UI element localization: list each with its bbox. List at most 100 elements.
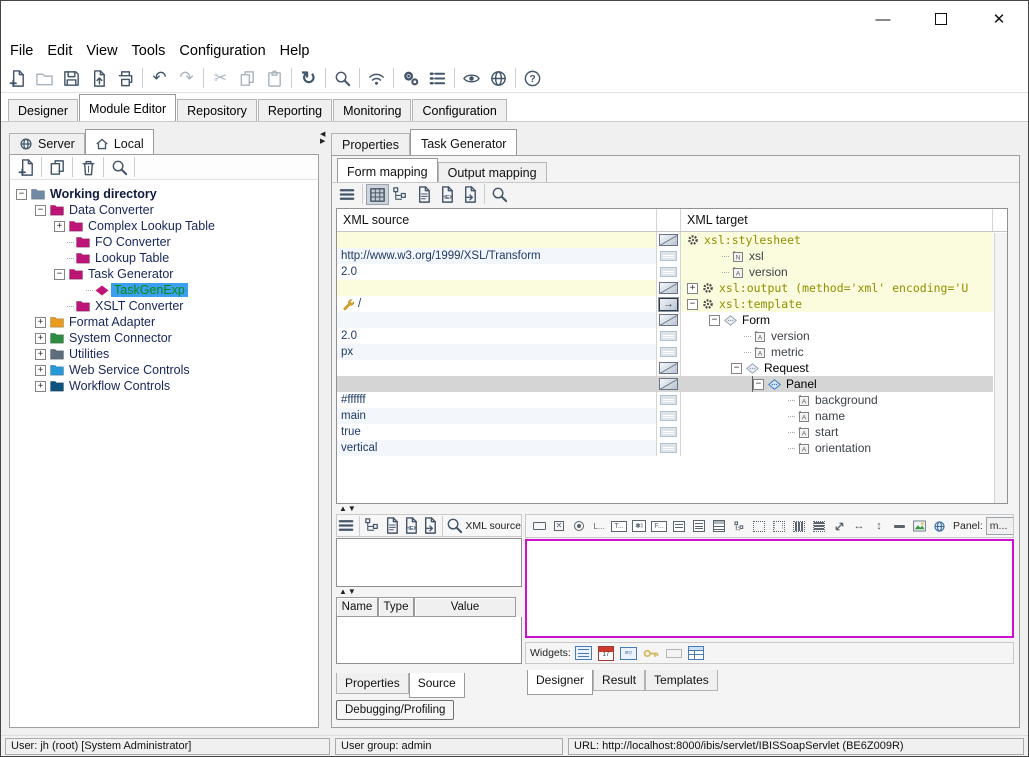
tree-expander[interactable]: + bbox=[35, 381, 46, 392]
selected-node[interactable]: −Panel bbox=[753, 376, 993, 392]
target-node-label[interactable]: xsl bbox=[746, 249, 767, 263]
menu-view[interactable]: View bbox=[79, 41, 124, 61]
value-mapping-button[interactable] bbox=[660, 395, 677, 405]
target-node-label[interactable]: Form bbox=[739, 313, 773, 327]
tree-item-workflow-controls[interactable]: + Workflow Controls bbox=[10, 378, 318, 394]
maximize-button[interactable] bbox=[926, 7, 956, 31]
collapse-right-icon[interactable]: ▶ bbox=[320, 138, 330, 145]
tab-server[interactable]: Server bbox=[9, 133, 85, 154]
tree-expander[interactable]: + bbox=[35, 333, 46, 344]
tab-properties[interactable]: Properties bbox=[331, 133, 410, 155]
tree-item-fo-converter[interactable]: FO Converter bbox=[10, 234, 318, 250]
tab-result[interactable]: Result bbox=[593, 670, 645, 691]
xml-source-cell[interactable] bbox=[337, 360, 657, 376]
copy-icon[interactable] bbox=[45, 156, 69, 178]
doc-icon[interactable] bbox=[382, 516, 401, 536]
widget-textfield-icon[interactable]: T... bbox=[609, 517, 629, 535]
tree-expander[interactable]: + bbox=[35, 317, 46, 328]
hex-doc-icon[interactable]: HEX bbox=[435, 184, 458, 205]
tree-item-label[interactable]: FO Converter bbox=[92, 235, 174, 249]
tree-item-label[interactable]: System Connector bbox=[66, 331, 175, 345]
tree-item-label[interactable]: XSLT Converter bbox=[92, 299, 186, 313]
value-mapping-button[interactable] bbox=[660, 443, 677, 453]
debugging-profiling-button[interactable]: Debugging/Profiling bbox=[336, 700, 454, 720]
tree-item-taskgenexp[interactable]: TaskGenExp bbox=[10, 282, 318, 298]
target-node-label[interactable]: name bbox=[812, 409, 848, 423]
wifi-icon[interactable] bbox=[363, 65, 390, 91]
tree-item-label[interactable]: Task Generator bbox=[85, 267, 176, 281]
tab-designer[interactable]: Designer bbox=[527, 670, 593, 695]
tree-item-working-directory[interactable]: − Working directory bbox=[10, 186, 318, 202]
widget-list-icon[interactable] bbox=[709, 517, 729, 535]
node-expander[interactable]: − bbox=[731, 363, 742, 374]
tree-item-label[interactable]: Data Converter bbox=[66, 203, 157, 217]
trash-icon[interactable] bbox=[76, 156, 100, 178]
widget-h-resize-icon[interactable]: ↔ bbox=[849, 517, 869, 535]
template-mapping-button[interactable]: → bbox=[659, 298, 678, 311]
menu-file[interactable]: File bbox=[3, 41, 40, 61]
tree-item-lookup-table[interactable]: Lookup Table bbox=[10, 250, 318, 266]
widget-diag-resize-icon[interactable] bbox=[829, 517, 849, 535]
tree-expander[interactable]: + bbox=[54, 221, 65, 232]
xml-source-cell[interactable]: vertical bbox=[337, 440, 657, 456]
list-widget-icon[interactable] bbox=[575, 646, 592, 660]
save-icon[interactable] bbox=[58, 65, 85, 91]
widget-label-icon[interactable]: L... bbox=[589, 517, 609, 535]
xml-source-cell[interactable] bbox=[337, 280, 657, 296]
tree-expander[interactable]: + bbox=[35, 365, 46, 376]
tab-source[interactable]: Source bbox=[409, 673, 465, 698]
redo-icon[interactable]: ↷ bbox=[173, 65, 200, 91]
xml-target-cell[interactable]: Aversion bbox=[681, 328, 993, 344]
target-node-label[interactable]: Panel bbox=[783, 377, 820, 391]
search-icon[interactable] bbox=[445, 516, 464, 536]
tree-item-label[interactable]: Working directory bbox=[47, 187, 160, 201]
collapse-up-icon[interactable]: ▲ bbox=[339, 588, 347, 596]
menu-edit[interactable]: Edit bbox=[40, 41, 79, 61]
tab-configuration[interactable]: Configuration bbox=[412, 99, 506, 121]
tab-properties[interactable]: Properties bbox=[336, 673, 409, 694]
xml-source-cell[interactable] bbox=[337, 376, 657, 392]
tree-item-system-connector[interactable]: + System Connector bbox=[10, 330, 318, 346]
tab-form-mapping[interactable]: Form mapping bbox=[337, 158, 438, 182]
tree-item-xslt-converter[interactable]: XSLT Converter bbox=[10, 298, 318, 314]
search-icon[interactable] bbox=[329, 65, 356, 91]
calendar-widget-icon[interactable]: 17 bbox=[598, 646, 614, 661]
target-node-label[interactable]: xsl:output (method='xml' encoding='U bbox=[716, 281, 971, 295]
xml-target-cell[interactable]: −Panel bbox=[681, 376, 993, 392]
node-expander[interactable]: − bbox=[687, 299, 698, 310]
widget-v-resize-icon[interactable]: ↕ bbox=[869, 517, 889, 535]
widget-separator-icon[interactable] bbox=[889, 517, 909, 535]
widget-image-icon[interactable] bbox=[909, 517, 929, 535]
widget-selection-icon[interactable] bbox=[749, 517, 769, 535]
value-mapping-button[interactable] bbox=[660, 267, 677, 277]
target-node-label[interactable]: orientation bbox=[812, 441, 874, 455]
widget-checkbox-icon[interactable]: ✕ bbox=[549, 517, 569, 535]
target-node-label[interactable]: background bbox=[812, 393, 881, 407]
collapse-left-icon[interactable]: ◀ bbox=[320, 131, 330, 138]
column-header-name[interactable]: Name bbox=[336, 597, 378, 617]
tree-view-icon[interactable] bbox=[363, 516, 382, 536]
search-icon[interactable] bbox=[107, 156, 131, 178]
tree-item-label[interactable]: TaskGenExp bbox=[111, 283, 188, 297]
widget-tree-icon[interactable] bbox=[729, 517, 749, 535]
tab-local[interactable]: Local bbox=[85, 129, 154, 154]
tab-output-mapping[interactable]: Output mapping bbox=[438, 162, 547, 182]
tree-item-format-adapter[interactable]: + Format Adapter bbox=[10, 314, 318, 330]
value-mapping-button[interactable] bbox=[660, 411, 677, 421]
collapse-up-icon[interactable]: ▲ bbox=[339, 505, 347, 513]
xml-target-cell[interactable]: −Form bbox=[681, 312, 993, 328]
tree-item-utilities[interactable]: + Utilities bbox=[10, 346, 318, 362]
tab-repository[interactable]: Repository bbox=[177, 99, 257, 121]
xml-target-cell[interactable]: Aorientation bbox=[681, 440, 993, 456]
column-header-type[interactable]: Type bbox=[378, 597, 414, 617]
xml-target-cell[interactable]: Astart bbox=[681, 424, 993, 440]
tab-monitoring[interactable]: Monitoring bbox=[333, 99, 411, 121]
target-node-label[interactable]: version bbox=[746, 265, 791, 279]
tab-templates[interactable]: Templates bbox=[645, 670, 718, 691]
xml-source-cell[interactable]: http://www.w3.org/1999/XSL/Transform bbox=[337, 248, 657, 264]
target-node-label[interactable]: start bbox=[812, 425, 841, 439]
xml-source-cell[interactable]: 2.0 bbox=[337, 328, 657, 344]
search-icon[interactable] bbox=[488, 184, 511, 205]
new-file-icon[interactable] bbox=[14, 156, 38, 178]
attribute-table-body[interactable] bbox=[336, 617, 522, 664]
